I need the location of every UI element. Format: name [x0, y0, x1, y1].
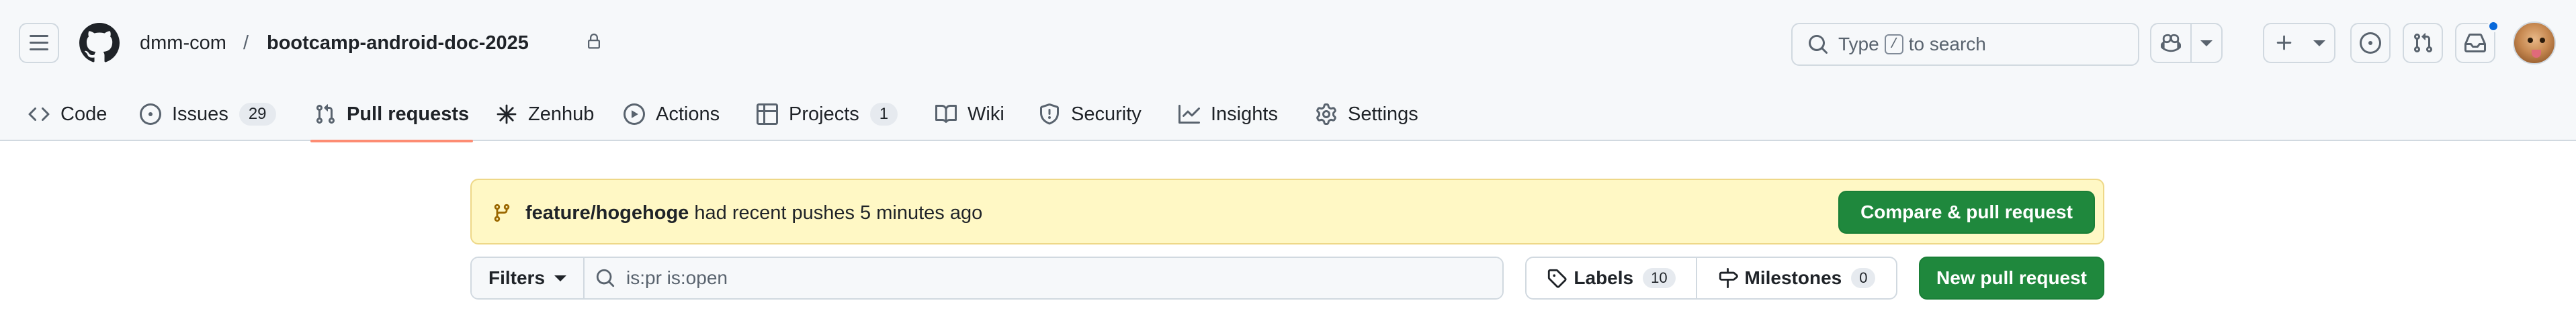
tab-label: Zenhub — [528, 103, 595, 125]
git-branch-icon — [494, 204, 510, 222]
search-placeholder: Type / to search — [1838, 34, 1986, 55]
tab-settings[interactable]: Settings — [1316, 87, 1418, 141]
milestone-icon — [1719, 268, 1738, 288]
issue-opened-icon — [140, 103, 161, 125]
tab-pull-requests[interactable]: Pull requests — [310, 87, 474, 142]
search-suffix: to search — [1908, 34, 1986, 54]
milestones-button[interactable]: Milestones 0 — [1697, 258, 1896, 298]
avatar-eye-left — [2528, 38, 2533, 43]
hamburger-menu-icon — [30, 35, 48, 50]
shield-icon — [1040, 103, 1059, 125]
filter-query-input[interactable] — [626, 267, 1432, 289]
breadcrumb-separator: / — [243, 32, 249, 54]
filter-search-field[interactable] — [585, 258, 1502, 298]
issues-button[interactable] — [2350, 23, 2391, 63]
tab-insights[interactable]: Insights — [1178, 87, 1278, 141]
global-header: dmm-com / bootcamp-android-doc-2025 Type… — [0, 0, 2576, 142]
filters-label: Filters — [488, 267, 546, 288]
issue-opened-icon — [2360, 32, 2381, 54]
tab-label: Issues — [172, 103, 228, 125]
filters-dropdown-button[interactable]: Filters — [472, 258, 585, 298]
projects-count-badge: 1 — [869, 103, 898, 126]
gear-icon — [1316, 103, 1336, 125]
global-search-input[interactable]: Type / to search — [1791, 23, 2139, 66]
create-new-button[interactable] — [2264, 24, 2305, 62]
milestones-count-badge: 0 — [1851, 268, 1876, 288]
graph-icon — [1178, 105, 1200, 124]
milestones-label: Milestones — [1744, 267, 1842, 288]
tab-label: Projects — [789, 103, 859, 125]
tab-label: Pull requests — [347, 103, 470, 125]
zenhub-icon — [497, 104, 517, 124]
tab-label: Security — [1071, 103, 1142, 125]
breadcrumb-owner[interactable]: dmm-com — [140, 31, 226, 55]
issues-count-badge: 29 — [239, 103, 276, 126]
search-prefix: Type — [1838, 34, 1879, 54]
tab-label: Settings — [1348, 103, 1418, 125]
labels-milestones-group: Labels 10 Milestones 0 — [1525, 257, 1897, 300]
breadcrumb-repo[interactable]: bootcamp-android-doc-2025 — [267, 31, 529, 55]
banner-message: feature/hogehoge had recent pushes 5 min… — [525, 201, 982, 225]
create-dropdown-button[interactable] — [2305, 24, 2334, 62]
copilot-button[interactable] — [2151, 24, 2192, 62]
top-bar: dmm-com / bootcamp-android-doc-2025 Type… — [0, 0, 2576, 87]
create-button-group — [2263, 23, 2335, 63]
banner-text: had recent pushes 5 minutes ago — [694, 202, 983, 224]
filter-bar: Filters — [470, 257, 1504, 300]
avatar-eye-right — [2540, 38, 2545, 43]
inbox-icon — [2464, 34, 2486, 52]
tag-icon — [1548, 269, 1567, 288]
tab-label: Code — [60, 103, 108, 125]
avatar[interactable] — [2513, 21, 2556, 64]
tab-label: Insights — [1211, 103, 1278, 125]
chevron-down-icon — [554, 275, 567, 281]
labels-label: Labels — [1574, 267, 1634, 288]
git-pull-request-icon — [316, 104, 335, 124]
chevron-down-icon — [2200, 40, 2213, 46]
tab-issues[interactable]: Issues 29 — [140, 87, 276, 141]
search-shortcut-key: / — [1884, 34, 1903, 54]
labels-count-badge: 10 — [1643, 268, 1676, 288]
repo-navigation: Code Issues 29 Pull requests Zenhub Acti… — [0, 87, 2576, 142]
new-pull-request-button[interactable]: New pull request — [1919, 257, 2104, 300]
git-pull-request-icon — [2413, 33, 2433, 53]
tab-label: Wiki — [968, 103, 1004, 125]
search-icon — [1809, 35, 1828, 54]
tab-wiki[interactable]: Wiki — [935, 87, 1004, 141]
hamburger-menu-button[interactable] — [19, 23, 59, 63]
avatar-tongue — [2532, 50, 2541, 58]
copilot-icon — [2161, 34, 2181, 52]
notification-dot — [2487, 20, 2499, 32]
play-icon — [624, 103, 645, 125]
banner-branch-name[interactable]: feature/hogehoge — [525, 202, 689, 224]
tab-label: Actions — [656, 103, 720, 125]
chevron-down-icon — [2313, 40, 2325, 46]
labels-button[interactable]: Labels 10 — [1527, 258, 1697, 298]
search-icon — [596, 269, 615, 287]
tab-code[interactable]: Code — [28, 87, 107, 141]
book-icon — [935, 104, 957, 123]
tab-actions[interactable]: Actions — [624, 87, 720, 141]
recent-push-banner: feature/hogehoge had recent pushes 5 min… — [470, 179, 2104, 244]
tab-projects[interactable]: Projects 1 — [757, 87, 898, 141]
compare-pull-request-button[interactable]: Compare & pull request — [1838, 191, 2095, 234]
copilot-button-group — [2150, 23, 2223, 63]
github-logo-icon[interactable] — [79, 23, 120, 63]
tab-zenhub[interactable]: Zenhub — [496, 87, 594, 141]
lock-icon — [588, 34, 600, 49]
plus-icon — [2276, 35, 2292, 50]
copilot-dropdown-button[interactable] — [2192, 24, 2221, 62]
code-icon — [28, 107, 50, 122]
tab-security[interactable]: Security — [1039, 87, 1142, 141]
table-icon — [757, 103, 778, 125]
pull-requests-button[interactable] — [2403, 23, 2443, 63]
